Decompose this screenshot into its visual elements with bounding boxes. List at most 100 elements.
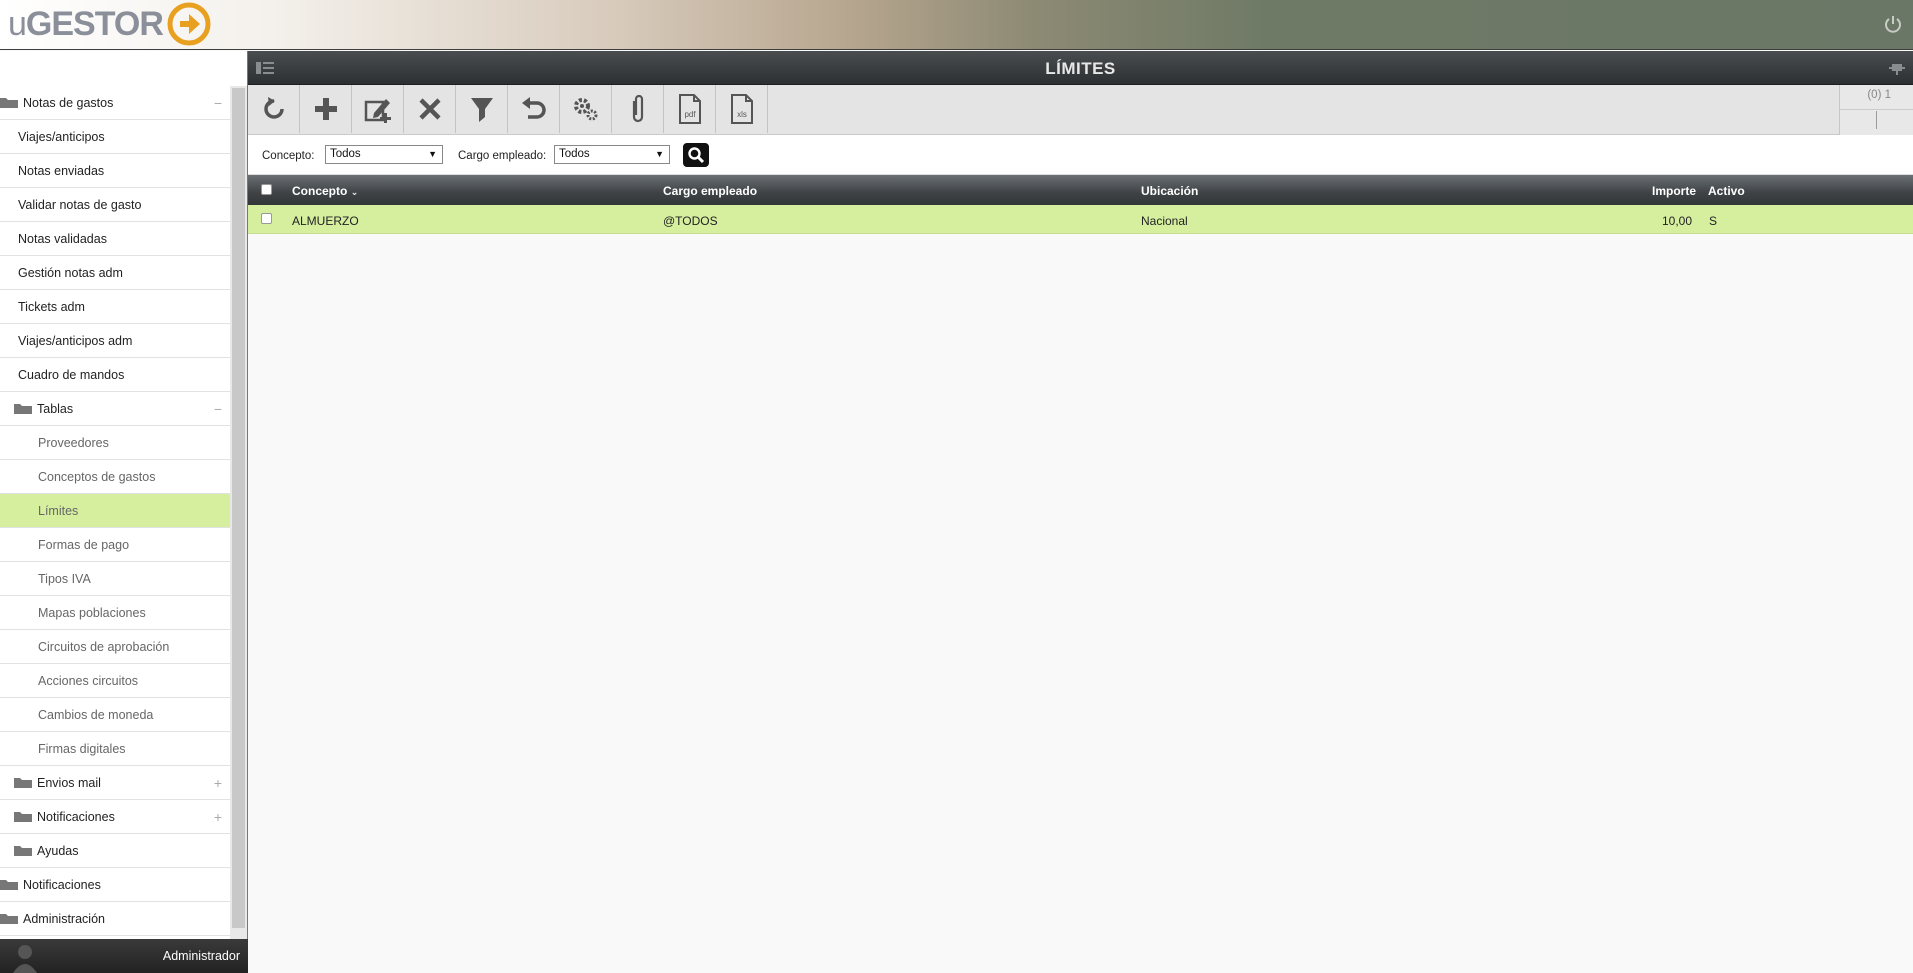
nav-item[interactable]: Validar notas de gasto bbox=[0, 188, 230, 222]
title-bar: LÍMITES bbox=[248, 51, 1913, 85]
add-button[interactable] bbox=[300, 85, 352, 133]
cell-concepto: ALMUERZO bbox=[292, 214, 359, 228]
scrollbar-thumb[interactable] bbox=[232, 88, 245, 928]
cell-ubicacion: Nacional bbox=[1141, 214, 1188, 228]
folder-icon bbox=[0, 880, 18, 891]
folder-icon bbox=[14, 846, 32, 857]
col-header-activo[interactable]: Activo bbox=[1708, 184, 1745, 198]
cell-importe: 10,00 bbox=[1662, 214, 1693, 228]
cell-activo: S bbox=[1709, 214, 1718, 228]
filter-bar: Concepto: Todos ▼ Cargo empleado: Todos … bbox=[248, 135, 1913, 175]
logo-name: GESTOR bbox=[25, 4, 164, 43]
sort-chevron-icon: ⌄ bbox=[350, 187, 359, 197]
nav-item[interactable]: Gestión notas adm bbox=[0, 256, 230, 290]
attach-button[interactable] bbox=[612, 85, 664, 133]
pager-divider bbox=[1840, 109, 1913, 110]
power-icon[interactable] bbox=[1883, 14, 1903, 34]
nav-subitem[interactable]: Tipos IVA bbox=[0, 562, 230, 596]
avatar-icon bbox=[13, 945, 37, 973]
sidebar-vertical-scrollbar[interactable]: ▼ bbox=[230, 86, 247, 973]
refresh-button[interactable] bbox=[248, 85, 300, 133]
nav-item[interactable]: Viajes/anticipos adm bbox=[0, 324, 230, 358]
undo-icon bbox=[521, 97, 546, 119]
refresh-icon bbox=[263, 97, 284, 119]
nav-folder-notificaciones-root[interactable]: Notificaciones bbox=[0, 868, 230, 902]
nav-folder-ayudas[interactable]: Ayudas bbox=[0, 834, 230, 868]
dropdown-arrow-icon: ▼ bbox=[428, 149, 437, 159]
main-panel: LÍMITES pdf xls (0) 1 Concepto: Todos ▼ … bbox=[248, 51, 1913, 973]
grid-header: Concepto ⌄ Cargo empleado Ubicación Impo… bbox=[248, 175, 1913, 205]
ugestor-logo[interactable]: uGESTOR bbox=[8, 2, 211, 46]
pager-text[interactable]: (0) 1 bbox=[1867, 89, 1891, 101]
nav-tree: Notas de gastos − Viajes/anticipos Notas… bbox=[0, 86, 230, 973]
concepto-label: Concepto: bbox=[262, 150, 315, 162]
nav-folder-notificaciones[interactable]: Notificaciones + bbox=[0, 800, 230, 834]
pdf-label: pdf bbox=[684, 110, 696, 119]
folder-icon bbox=[14, 812, 32, 823]
app-header: uGESTOR bbox=[0, 0, 1913, 50]
nav-folder-tablas[interactable]: Tablas − bbox=[0, 392, 230, 426]
table-row[interactable]: ALMUERZO @TODOS Nacional 10,00 S bbox=[248, 205, 1913, 234]
nav-folder-notas-de-gastos[interactable]: Notas de gastos − bbox=[0, 86, 230, 120]
nav-folder-administracion[interactable]: Administración bbox=[0, 902, 230, 936]
xls-icon: xls bbox=[730, 94, 753, 124]
nav-subitem[interactable]: Proveedores bbox=[0, 426, 230, 460]
row-checkbox[interactable] bbox=[261, 213, 272, 224]
nav-item[interactable]: Tickets adm bbox=[0, 290, 230, 324]
user-name[interactable]: Administrador bbox=[163, 949, 240, 963]
folder-icon bbox=[0, 914, 18, 925]
cargo-value: Todos bbox=[559, 148, 590, 160]
col-header-cargo[interactable]: Cargo empleado bbox=[663, 184, 757, 198]
expand-icon[interactable]: + bbox=[214, 766, 222, 800]
pin-icon[interactable] bbox=[1889, 60, 1905, 76]
col-header-concepto-label: Concepto bbox=[292, 184, 348, 198]
folder-icon bbox=[14, 404, 32, 415]
folder-icon bbox=[14, 778, 32, 789]
nav-subitem[interactable]: Cambios de moneda bbox=[0, 698, 230, 732]
folder-icon bbox=[0, 98, 18, 109]
edit-button[interactable] bbox=[352, 85, 404, 133]
col-header-importe[interactable]: Importe bbox=[1652, 184, 1696, 198]
nav-subitem-active[interactable]: Límites bbox=[0, 494, 230, 528]
undo-button[interactable] bbox=[508, 85, 560, 133]
col-header-concepto[interactable]: Concepto ⌄ bbox=[292, 184, 358, 198]
search-icon bbox=[688, 147, 705, 164]
nav-item[interactable]: Viajes/anticipos bbox=[0, 120, 230, 154]
settings-button[interactable] bbox=[560, 85, 612, 133]
collapse-icon[interactable]: − bbox=[214, 392, 222, 426]
search-button[interactable] bbox=[683, 143, 709, 167]
nav-item[interactable]: Cuadro de mandos bbox=[0, 358, 230, 392]
nav-item[interactable]: Notas enviadas bbox=[0, 154, 230, 188]
delete-button[interactable] bbox=[404, 85, 456, 133]
delete-icon bbox=[418, 98, 441, 120]
nav-subitem[interactable]: Circuitos de aprobación bbox=[0, 630, 230, 664]
col-header-ubicacion[interactable]: Ubicación bbox=[1141, 184, 1198, 198]
export-xls-button[interactable]: xls bbox=[716, 85, 768, 133]
pager: (0) 1 bbox=[1839, 85, 1913, 135]
nav-folder-envios-mail[interactable]: Envios mail + bbox=[0, 766, 230, 800]
export-pdf-button[interactable]: pdf bbox=[664, 85, 716, 133]
cargo-label: Cargo empleado: bbox=[458, 150, 547, 162]
logo-u: u bbox=[8, 4, 27, 43]
nav-subitem[interactable]: Formas de pago bbox=[0, 528, 230, 562]
dropdown-arrow-icon: ▼ bbox=[655, 149, 664, 159]
cell-cargo: @TODOS bbox=[663, 214, 718, 228]
select-all-checkbox[interactable] bbox=[261, 184, 272, 195]
page-title: LÍMITES bbox=[1045, 59, 1116, 78]
toolbar: pdf xls (0) 1 bbox=[248, 85, 1913, 135]
nav-subitem[interactable]: Conceptos de gastos bbox=[0, 460, 230, 494]
concepto-select[interactable]: Todos ▼ bbox=[325, 145, 443, 164]
settings-icon bbox=[573, 98, 597, 121]
nav-subitem[interactable]: Acciones circuitos bbox=[0, 664, 230, 698]
filter-button[interactable] bbox=[456, 85, 508, 133]
pager-slider[interactable] bbox=[1876, 111, 1877, 129]
expand-icon[interactable]: + bbox=[214, 800, 222, 834]
add-icon bbox=[314, 98, 337, 120]
concepto-value: Todos bbox=[330, 148, 361, 160]
nav-item[interactable]: Notas validadas bbox=[0, 222, 230, 256]
nav-subitem[interactable]: Mapas poblaciones bbox=[0, 596, 230, 630]
cargo-select[interactable]: Todos ▼ bbox=[554, 145, 670, 164]
collapse-icon[interactable]: − bbox=[214, 86, 222, 120]
nav-subitem[interactable]: Firmas digitales bbox=[0, 732, 230, 766]
data-grid: Concepto ⌄ Cargo empleado Ubicación Impo… bbox=[248, 175, 1913, 234]
